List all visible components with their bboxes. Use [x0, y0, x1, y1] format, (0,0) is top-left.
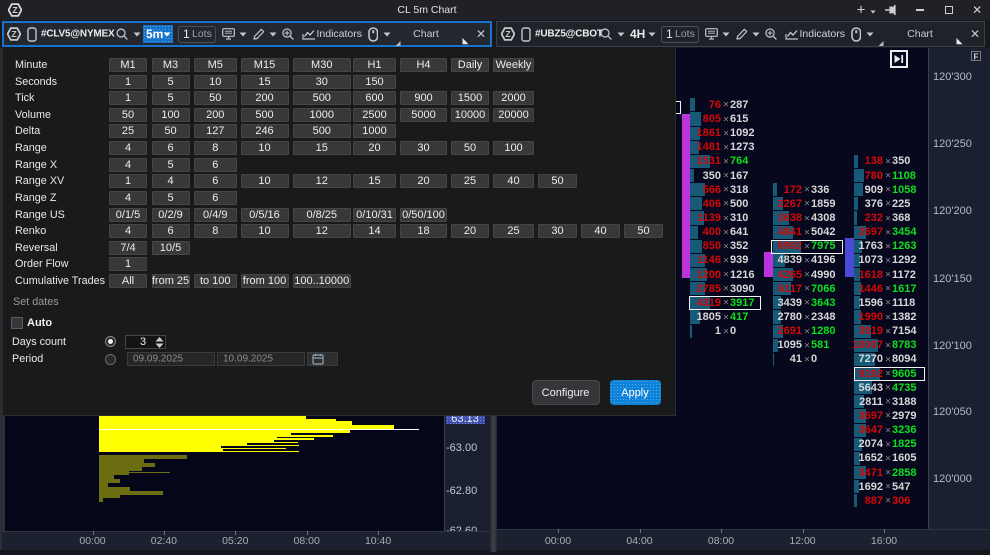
- svg-text:Z: Z: [11, 29, 17, 39]
- svg-text:Z: Z: [505, 29, 511, 39]
- svg-text:Z: Z: [12, 5, 18, 15]
